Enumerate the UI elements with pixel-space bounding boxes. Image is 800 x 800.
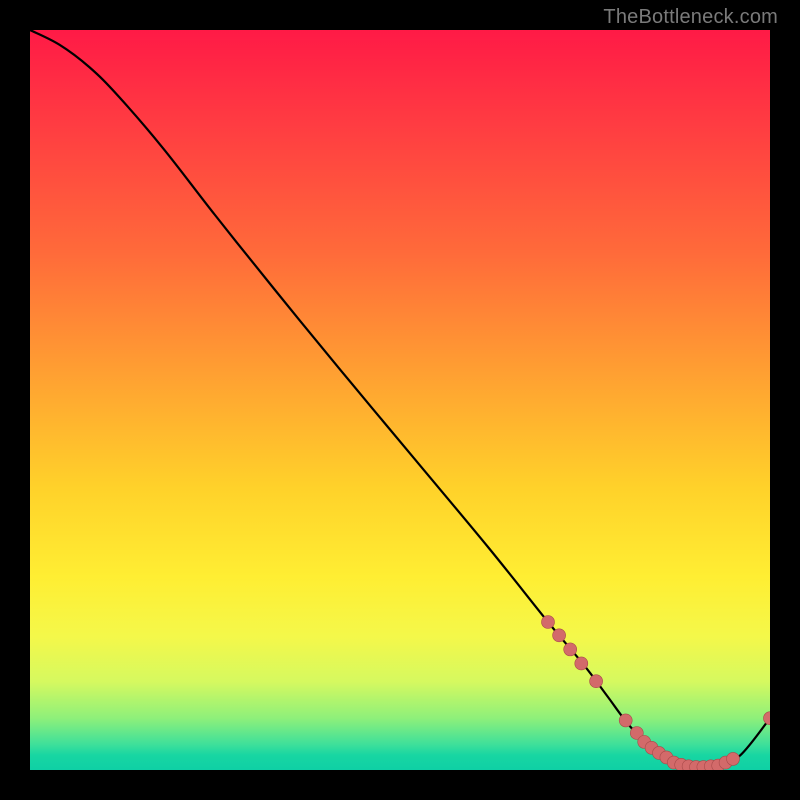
chart-svg	[30, 30, 770, 770]
bottleneck-curve	[30, 30, 770, 767]
marker-dot	[727, 752, 740, 765]
chart-frame: TheBottleneck.com	[0, 0, 800, 800]
watermark-text: TheBottleneck.com	[603, 6, 778, 29]
marker-dot	[575, 657, 588, 670]
markers-group	[542, 616, 771, 771]
marker-dot	[764, 712, 771, 725]
marker-dot	[564, 643, 577, 656]
marker-dot	[619, 714, 632, 727]
marker-dot	[542, 616, 555, 629]
marker-dot	[590, 675, 603, 688]
plot-area	[30, 30, 770, 770]
marker-dot	[553, 629, 566, 642]
